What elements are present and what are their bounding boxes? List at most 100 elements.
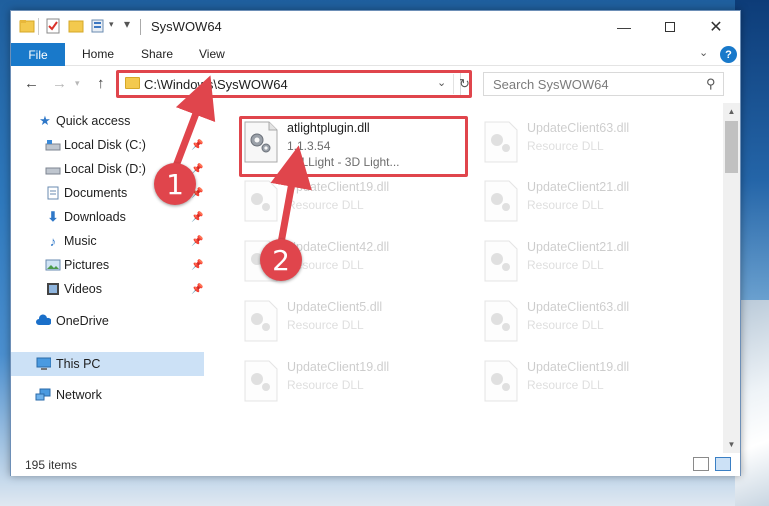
sidebar-item-this-pc[interactable]: This PC [11, 352, 204, 376]
list-item[interactable]: UpdateClient63.dll Resource DLL [479, 116, 709, 168]
pin-icon[interactable]: 📌 [191, 236, 203, 247]
list-item[interactable]: UpdateClient19.dll Resource DLL [479, 355, 709, 407]
dll-gear-icon [484, 121, 518, 163]
list-item[interactable]: UpdateClient21.dll Resource DLL [479, 235, 709, 287]
file-description: Resource DLL [527, 258, 604, 272]
sidebar-item-label: Network [56, 388, 102, 402]
documents-icon [47, 186, 59, 200]
minimize-button[interactable]: — [601, 11, 647, 42]
sidebar-item-network[interactable]: Network [11, 383, 204, 407]
title-bar: ▾ ▾ SysWOW64 — ✕ [11, 11, 740, 43]
back-arrow-icon[interactable]: ← [24, 75, 39, 92]
help-button[interactable]: ? [720, 46, 737, 63]
annotation-highlight-address [116, 70, 472, 98]
file-name: UpdateClient19.dll [287, 360, 390, 374]
list-item[interactable]: UpdateClient21.dll Resource DLL [479, 175, 709, 227]
sidebar-item-downloads[interactable]: ⬇ Downloads 📌 [11, 205, 204, 229]
up-arrow-icon[interactable]: ↑ [97, 75, 105, 92]
pin-icon[interactable]: 📌 [191, 212, 203, 223]
cloud-icon [36, 314, 51, 325]
file-description: Resource DLL [527, 139, 604, 153]
vertical-scrollbar[interactable]: ▲ ▼ [723, 103, 740, 453]
dll-gear-icon [244, 180, 278, 222]
sidebar-item-label: Local Disk (D:) [64, 162, 146, 176]
quick-access-dropdown-icon[interactable]: ▾ [124, 17, 130, 31]
sidebar-item-label: Documents [64, 186, 128, 200]
close-icon: ✕ [709, 18, 723, 36]
chevron-down-icon[interactable]: ⌄ [699, 46, 708, 59]
file-name: UpdateClient19.dll [287, 180, 390, 194]
search-input[interactable]: Search SysWOW64 ⚲ [483, 72, 724, 96]
pin-icon[interactable]: 📌 [191, 140, 203, 151]
maximize-icon [665, 21, 675, 32]
ribbon: File Home Share View ⌄ ? [11, 43, 740, 66]
properties-icon[interactable] [45, 18, 61, 34]
separator [140, 19, 141, 35]
item-count: 195 items [25, 458, 78, 472]
file-description: Resource DLL [527, 198, 604, 212]
tab-view[interactable]: View [199, 47, 225, 61]
sidebar-item-pictures[interactable]: Pictures 📌 [11, 253, 204, 277]
file-name: UpdateClient42.dll [287, 240, 390, 254]
details-view-icon[interactable] [693, 457, 709, 471]
tab-file[interactable]: File [11, 43, 65, 66]
file-description: Resource DLL [527, 318, 604, 332]
explorer-window: ▾ ▾ SysWOW64 — ✕ File Home Share View ⌄ … [10, 10, 741, 476]
pin-icon[interactable]: 📌 [191, 284, 203, 295]
sidebar-item-local-disk-c[interactable]: Local Disk (C:) 📌 [11, 133, 204, 157]
sidebar-item-onedrive[interactable]: OneDrive [11, 309, 204, 333]
file-name: UpdateClient63.dll [527, 121, 630, 135]
folder-icon[interactable] [19, 18, 35, 34]
search-icon[interactable]: ⚲ [706, 76, 716, 92]
sidebar-item-label: Local Disk (C:) [64, 138, 146, 152]
sidebar-item-label: Downloads [64, 210, 126, 224]
sidebar-item-music[interactable]: ♪ Music 📌 [11, 229, 204, 253]
customize-icon[interactable] [91, 18, 107, 34]
scroll-up-icon[interactable]: ▲ [723, 103, 740, 120]
separator [38, 18, 39, 35]
dll-gear-icon [244, 300, 278, 342]
sidebar-item-quick-access[interactable]: ★ Quick access [11, 109, 204, 133]
close-button[interactable]: ✕ [693, 11, 739, 42]
tab-home[interactable]: Home [82, 47, 114, 61]
minimize-icon: — [617, 18, 631, 35]
large-icons-view-icon[interactable] [715, 457, 731, 471]
navigation-bar: ← → ▾ ↑ C:\Windows\SysWOW64 ⌄ ↻ Search S… [11, 67, 740, 101]
window-title: SysWOW64 [151, 19, 222, 34]
dll-gear-icon [484, 360, 518, 402]
videos-icon [47, 283, 59, 295]
star-icon: ★ [39, 113, 51, 128]
forward-arrow-icon[interactable]: → [52, 75, 67, 92]
sidebar-item-videos[interactable]: Videos 📌 [11, 277, 204, 301]
dll-gear-icon [484, 180, 518, 222]
status-bar: 195 items [11, 453, 740, 476]
computer-icon [36, 357, 51, 370]
annotation-highlight-file [239, 116, 468, 177]
download-icon: ⬇ [47, 209, 59, 224]
list-item[interactable]: UpdateClient63.dll Resource DLL [479, 295, 709, 347]
sidebar-item-label: Pictures [64, 258, 110, 272]
recent-locations-icon[interactable]: ▾ [75, 78, 80, 89]
sidebar-item-label: Videos [64, 282, 102, 296]
list-item[interactable]: UpdateClient5.dll Resource DLL [239, 295, 469, 347]
annotation-step-1: 1 [154, 163, 196, 205]
file-name: UpdateClient63.dll [527, 300, 630, 314]
file-name: UpdateClient5.dll [287, 300, 383, 314]
sidebar-item-label: This PC [56, 357, 101, 371]
music-icon: ♪ [49, 233, 57, 249]
sidebar-item-label: OneDrive [56, 314, 109, 328]
file-name: UpdateClient21.dll [527, 240, 630, 254]
list-item[interactable]: UpdateClient19.dll Resource DLL [239, 175, 469, 227]
pin-icon[interactable]: 📌 [191, 260, 203, 271]
list-item[interactable]: UpdateClient19.dll Resource DLL [239, 355, 469, 407]
dll-gear-icon [484, 300, 518, 342]
chevron-down-icon[interactable]: ▾ [109, 19, 114, 30]
new-folder-icon[interactable] [68, 18, 84, 34]
scrollbar-thumb[interactable] [725, 121, 738, 173]
tab-share[interactable]: Share [141, 47, 173, 61]
network-icon [35, 388, 51, 401]
sidebar-item-label: Quick access [56, 114, 131, 128]
maximize-button[interactable] [647, 11, 693, 42]
scroll-down-icon[interactable]: ▼ [723, 436, 740, 453]
annotation-step-2: 2 [260, 239, 302, 281]
